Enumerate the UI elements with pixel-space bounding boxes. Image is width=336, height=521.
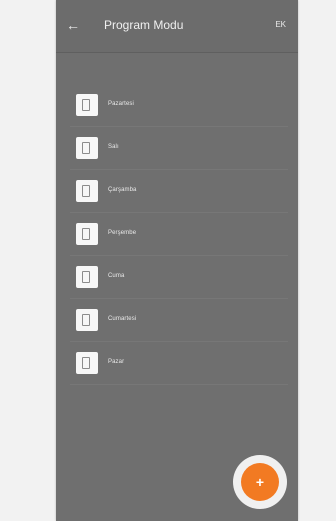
list-item[interactable]: Perşembe (56, 213, 298, 256)
back-arrow-icon[interactable]: ← (66, 18, 82, 32)
list-item-label: Çarşamba (108, 187, 137, 193)
list-item-label: Salı (108, 144, 119, 150)
appbar-action[interactable]: EK (275, 20, 286, 30)
list-item[interactable]: Pazar (56, 342, 298, 385)
page-title: Program Modu (104, 18, 184, 32)
app-bar: ← Program Modu EK (56, 0, 298, 53)
list-item[interactable]: Cumartesi (56, 299, 298, 342)
document-icon (76, 180, 98, 202)
document-icon (76, 137, 98, 159)
list-item[interactable]: Salı (56, 127, 298, 170)
document-icon (76, 266, 98, 288)
day-list: Pazartesi Salı Çarşamba Perşembe Cuma Cu… (56, 84, 298, 385)
add-button-fill: + (241, 463, 279, 501)
plus-icon: + (255, 474, 265, 490)
document-icon (76, 223, 98, 245)
list-item-label: Pazartesi (108, 101, 134, 107)
list-item-label: Pazar (108, 359, 125, 365)
document-icon (76, 352, 98, 374)
list-item-label: Cumartesi (108, 316, 137, 322)
list-item-label: Cuma (108, 273, 125, 279)
list-item[interactable]: Cuma (56, 256, 298, 299)
list-item-label: Perşembe (108, 230, 137, 236)
add-button[interactable]: + (233, 455, 287, 509)
app-screen: ← Program Modu EK Pazartesi Salı Çarşamb… (56, 0, 298, 521)
document-icon (76, 94, 98, 116)
list-item[interactable]: Pazartesi (56, 84, 298, 127)
list-item[interactable]: Çarşamba (56, 170, 298, 213)
document-icon (76, 309, 98, 331)
